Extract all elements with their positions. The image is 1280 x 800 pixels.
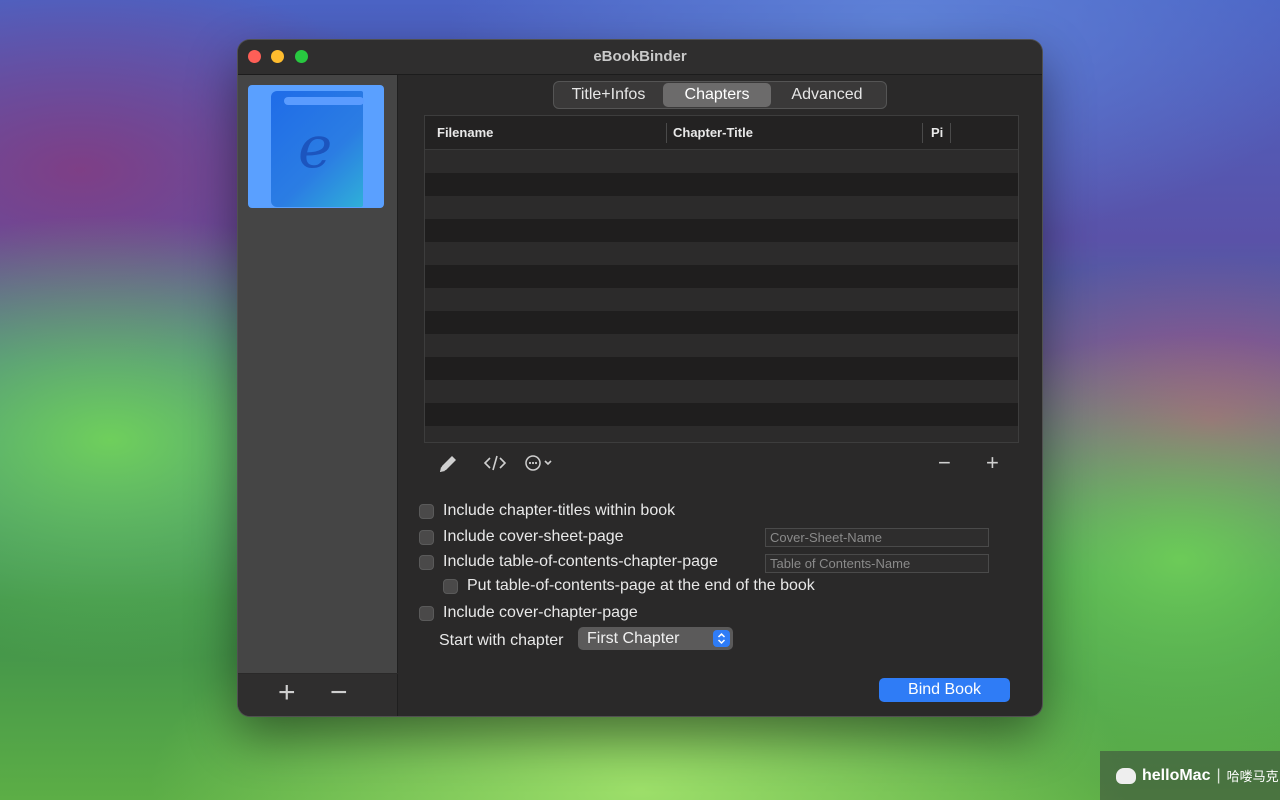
book-sidebar: e — [238, 75, 398, 673]
column-divider[interactable] — [922, 123, 923, 143]
tab-bar: Title+Infos Chapters Advanced — [553, 81, 887, 109]
cover-sheet-name-field[interactable]: Cover-Sheet-Name — [765, 528, 989, 547]
table-row[interactable] — [425, 288, 1018, 311]
table-row[interactable] — [425, 173, 1018, 196]
app-window: eBookBinder e + − Title+Infos Chapters A… — [238, 40, 1042, 716]
column-divider[interactable] — [666, 123, 667, 143]
watermark-chinese: 哈喽马克 — [1226, 769, 1279, 784]
remove-book-button[interactable]: − — [330, 678, 348, 708]
include-chapter-titles-label: Include chapter-titles within book — [443, 502, 676, 519]
table-row[interactable] — [425, 219, 1018, 242]
table-row[interactable] — [425, 357, 1018, 380]
column-divider[interactable] — [950, 123, 951, 143]
table-body — [425, 150, 1018, 442]
chapters-table[interactable]: Filename Chapter-Title Pi — [424, 115, 1019, 443]
title-bar: eBookBinder — [238, 40, 1042, 75]
remove-chapter-button[interactable]: − — [938, 450, 951, 476]
watermark-separator: | — [1216, 766, 1221, 784]
tab-advanced[interactable]: Advanced — [771, 83, 883, 107]
window-title: eBookBinder — [593, 48, 687, 65]
hellomac-watermark: helloMac | 哈喽马克 — [1100, 751, 1280, 800]
table-row[interactable] — [425, 265, 1018, 288]
table-row[interactable] — [425, 242, 1018, 265]
column-header-filename[interactable]: Filename — [437, 125, 493, 140]
column-header-chapter-title[interactable]: Chapter-Title — [673, 125, 753, 140]
tab-chapters[interactable]: Chapters — [663, 83, 771, 107]
code-icon[interactable] — [483, 455, 507, 476]
book-band — [284, 97, 364, 105]
include-chapter-titles-option[interactable]: Include chapter-titles within book — [419, 501, 675, 521]
start-chapter-select[interactable]: First Chapter — [578, 627, 733, 650]
tab-title-infos[interactable]: Title+Infos — [554, 83, 663, 107]
table-row[interactable] — [425, 150, 1018, 173]
add-chapter-button[interactable]: + — [986, 450, 999, 476]
ebook-logo-letter: e — [298, 113, 333, 181]
include-cover-sheet-option[interactable]: Include cover-sheet-page — [419, 527, 624, 547]
include-toc-label: Include table-of-contents-chapter-page — [443, 553, 718, 570]
table-row[interactable] — [425, 403, 1018, 426]
include-cover-chapter-option[interactable]: Include cover-chapter-page — [419, 603, 638, 623]
pencil-icon[interactable] — [437, 453, 459, 480]
toc-name-field[interactable]: Table of Contents-Name — [765, 554, 989, 573]
ellipsis-circle-icon[interactable] — [524, 454, 556, 477]
include-cover-sheet-label: Include cover-sheet-page — [443, 528, 624, 545]
cat-logo-icon — [1116, 767, 1136, 784]
toc-at-end-checkbox[interactable] — [443, 578, 458, 594]
include-chapter-titles-checkbox[interactable] — [419, 503, 434, 519]
start-chapter-value: First Chapter — [587, 630, 680, 647]
sidebar-footer: + − — [238, 674, 398, 716]
include-toc-option[interactable]: Include table-of-contents-chapter-page — [419, 552, 718, 572]
table-row[interactable] — [425, 334, 1018, 357]
include-cover-chapter-label: Include cover-chapter-page — [443, 604, 638, 621]
include-cover-chapter-checkbox[interactable] — [419, 605, 434, 621]
table-header: Filename Chapter-Title Pi — [425, 116, 1018, 150]
table-row[interactable] — [425, 426, 1018, 442]
toc-at-end-option[interactable]: Put table-of-contents-page at the end of… — [443, 576, 815, 596]
include-toc-checkbox[interactable] — [419, 554, 434, 570]
toc-at-end-label: Put table-of-contents-page at the end of… — [467, 577, 815, 594]
watermark-brand: helloMac — [1142, 766, 1211, 784]
table-row[interactable] — [425, 311, 1018, 334]
bind-book-button[interactable]: Bind Book — [879, 678, 1010, 702]
book-cover-thumbnail[interactable]: e — [248, 85, 384, 208]
table-row[interactable] — [425, 380, 1018, 403]
chevron-updown-icon — [713, 630, 730, 647]
add-book-button[interactable]: + — [278, 678, 296, 708]
column-header-pi[interactable]: Pi — [931, 125, 943, 140]
start-with-chapter-label: Start with chapter — [439, 632, 564, 649]
table-row[interactable] — [425, 196, 1018, 219]
include-cover-sheet-checkbox[interactable] — [419, 529, 434, 545]
